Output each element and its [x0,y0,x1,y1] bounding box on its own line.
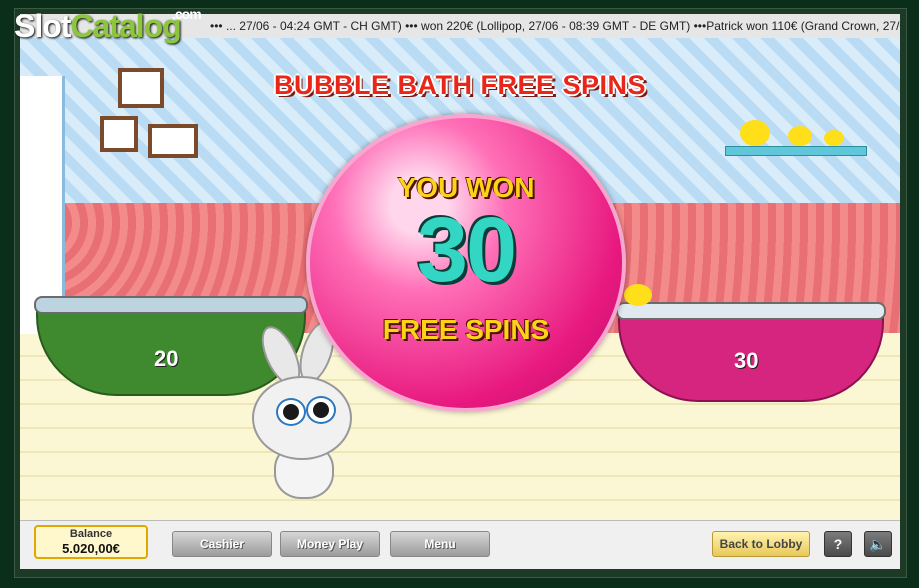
feature-title: BUBBLE BATH FREE SPINS [273,70,647,100]
bunny-pupil [313,402,329,418]
win-bubble: YOU WON 30 FREE SPINS [306,114,626,412]
duck-icon [788,126,812,146]
control-bar: Balance 5.020,00€ Cashier Money Play Men… [20,520,900,569]
balance-display: Balance 5.020,00€ [34,525,148,559]
logo-part2: Catalog [70,8,181,44]
sound-button[interactable]: 🔈 [864,531,892,557]
bunny-eye [276,398,306,426]
bunny-eye [306,396,336,424]
free-spins-text: FREE SPINS [382,314,550,345]
game-scene: 20 30 YOU WON 30 FREE SPINS BUBBLE BATH … [20,38,900,520]
logo-part1: Slot [14,8,71,44]
shelf [725,146,867,156]
bathtub-rim [34,296,308,314]
bunny-pupil [283,404,299,420]
duck-icon [624,284,652,306]
help-button[interactable]: ? [824,531,852,557]
speaker-icon: 🔈 [869,536,887,552]
picture-frame [148,124,198,158]
cashier-button[interactable]: Cashier [172,531,272,557]
menu-button[interactable]: Menu [390,531,490,557]
duck-icon [740,120,770,146]
money-play-button[interactable]: Money Play [280,531,380,557]
picture-frame [100,116,138,152]
site-logo: SlotCatalog .com [14,6,202,45]
bunny-character [252,376,352,460]
balance-label: Balance [69,528,113,540]
tub-label-pink: 30 [734,348,759,373]
back-to-lobby-button[interactable]: Back to Lobby [712,531,810,557]
balance-value: 5.020,00€ [62,541,120,556]
logo-suffix: .com [172,6,202,22]
tub-label-green: 20 [154,346,179,371]
free-spins-count: 30 [416,199,517,301]
bathtub-rim [616,302,886,320]
bathtub-pink: 30 [618,306,884,402]
duck-icon [824,130,844,146]
